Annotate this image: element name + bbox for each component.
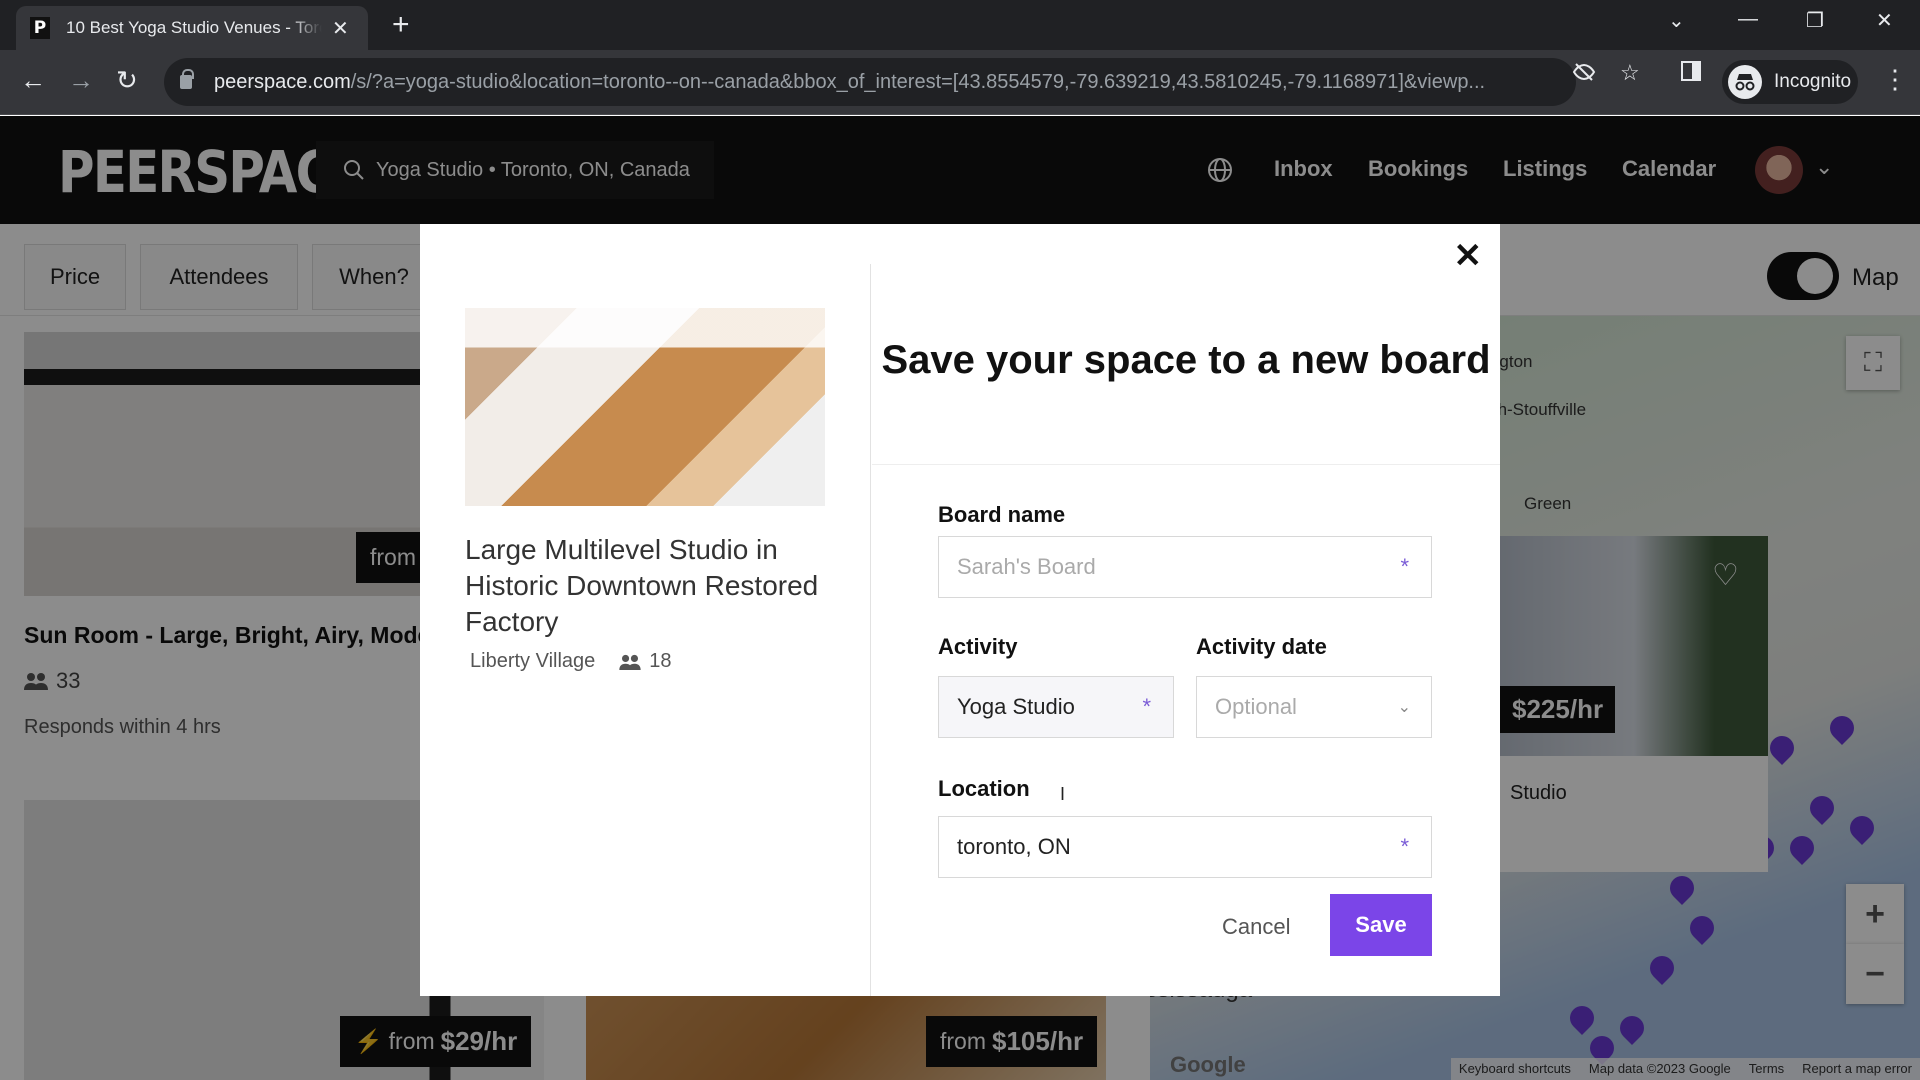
close-tab-icon[interactable]: ✕ bbox=[332, 16, 349, 41]
back-icon[interactable]: ← bbox=[20, 64, 46, 96]
location-label: Location bbox=[938, 776, 1030, 801]
space-preview: Large Multilevel Studio in Historic Down… bbox=[420, 224, 870, 996]
restore-icon[interactable]: ❐ bbox=[1806, 8, 1824, 33]
board-name-label: Board name bbox=[938, 502, 1066, 527]
required-asterisk-icon: * bbox=[1142, 694, 1151, 719]
activity-date-label: Activity date bbox=[1196, 634, 1327, 659]
reload-icon[interactable]: ↻ bbox=[116, 64, 138, 96]
space-image bbox=[465, 308, 825, 506]
browser-toolbar: ← → ↻ peerspace.com/s/?a=yoga-studio&loc… bbox=[0, 50, 1920, 115]
activity-label: Activity bbox=[938, 634, 1018, 659]
peerspace-favicon-icon: P bbox=[30, 17, 50, 39]
address-bar[interactable]: peerspace.com/s/?a=yoga-studio&location=… bbox=[164, 58, 1576, 106]
browser-tab-active[interactable]: P 10 Best Yoga Studio Venues - Toronto ✕ bbox=[16, 6, 368, 50]
minimize-icon[interactable]: — bbox=[1738, 8, 1758, 31]
modal-title: Save your space to a new board bbox=[881, 338, 1491, 382]
activity-input[interactable]: Yoga Studio * bbox=[938, 676, 1174, 738]
space-capacity: 18 bbox=[619, 650, 672, 673]
people-icon bbox=[619, 654, 641, 670]
mouse-text-cursor-icon: I bbox=[1060, 784, 1066, 804]
save-to-board-modal: ✕ Large Multilevel Studio in Historic Do… bbox=[420, 224, 1500, 996]
bookmark-star-icon[interactable]: ☆ bbox=[1620, 60, 1640, 86]
activity-date-select[interactable]: Optional ⌄ bbox=[1196, 676, 1432, 738]
browser-tab-strip: P 10 Best Yoga Studio Venues - Toronto ✕… bbox=[0, 0, 1920, 50]
eye-off-icon[interactable] bbox=[1572, 60, 1596, 90]
side-panel-icon[interactable] bbox=[1680, 60, 1702, 88]
chevron-down-icon: ⌄ bbox=[1397, 699, 1411, 716]
board-name-input[interactable]: Sarah's Board * bbox=[938, 536, 1432, 598]
save-button[interactable]: Save bbox=[1330, 894, 1432, 956]
incognito-profile-button[interactable]: Incognito bbox=[1722, 60, 1858, 104]
tab-title: 10 Best Yoga Studio Venues - Toronto bbox=[66, 18, 322, 37]
incognito-label: Incognito bbox=[1774, 71, 1852, 92]
space-title: Large Multilevel Studio in Historic Down… bbox=[465, 534, 819, 637]
url-text[interactable]: peerspace.com/s/?a=yoga-studio&location=… bbox=[214, 71, 1554, 94]
forward-icon[interactable]: → bbox=[68, 64, 94, 96]
lock-icon[interactable] bbox=[180, 69, 194, 89]
space-meta: Liberty Village 18 bbox=[470, 650, 672, 673]
incognito-icon bbox=[1728, 65, 1762, 99]
required-asterisk-icon: * bbox=[1400, 834, 1409, 859]
modal-divider bbox=[870, 264, 871, 996]
browser-menu-icon[interactable]: ⋮ bbox=[1882, 64, 1908, 95]
close-icon[interactable]: ✕ bbox=[1454, 236, 1483, 276]
new-tab-button[interactable]: + bbox=[392, 8, 410, 42]
location-input[interactable]: toronto, ON * bbox=[938, 816, 1432, 878]
space-neighborhood: Liberty Village bbox=[470, 650, 596, 672]
tab-search-icon[interactable]: ⌄ bbox=[1668, 8, 1685, 33]
required-asterisk-icon: * bbox=[1400, 554, 1409, 579]
close-window-icon[interactable]: ✕ bbox=[1876, 8, 1893, 33]
peerspace-page: PEERSPACE Yoga Studio • Toronto, ON, Can… bbox=[0, 116, 1920, 1080]
heading-divider bbox=[872, 464, 1500, 465]
cancel-button[interactable]: Cancel bbox=[1222, 914, 1290, 940]
